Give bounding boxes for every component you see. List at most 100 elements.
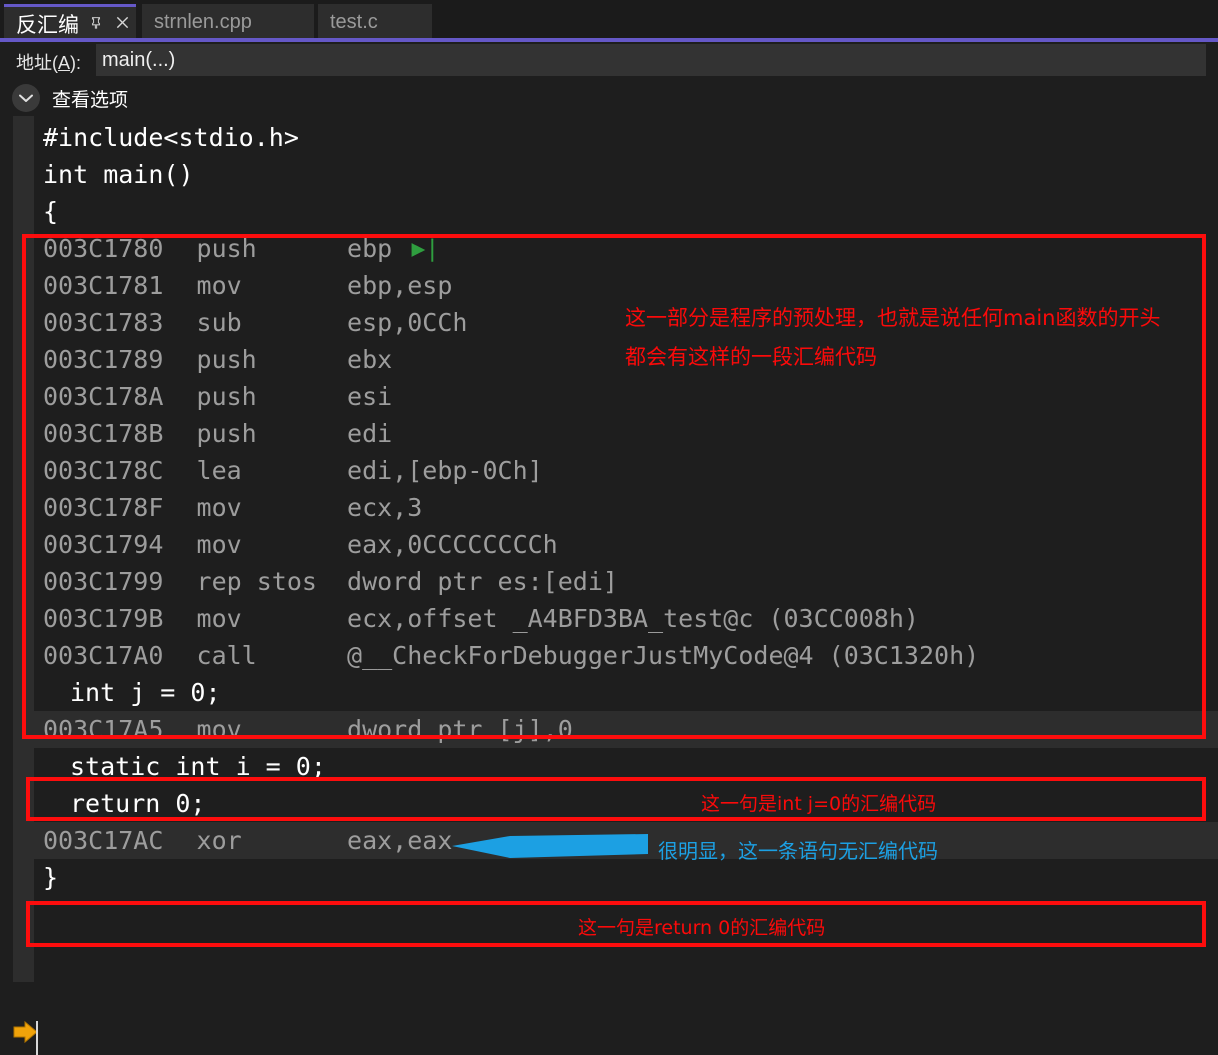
assembly-address: 003C17AC [43,826,164,855]
assembly-line-content: 003C1789 push ebx [34,345,392,374]
source-line[interactable]: static int i = 0; [34,748,1218,785]
close-icon[interactable] [115,15,130,34]
assembly-mnemonic: call [196,641,257,670]
annotation-int-j: 这一句是int j=0的汇编代码 [701,793,937,815]
tab-test-c-label: test.c [330,11,378,33]
assembly-mnemonic: mov [196,604,242,633]
source-line[interactable]: return 0; [34,785,1218,822]
source-line[interactable]: int j = 0; [34,674,1218,711]
assembly-operands: @__CheckForDebuggerJustMyCode@4 (03C1320… [347,641,980,670]
assembly-operands: ecx,offset _A4BFD3BA_test@c (03CC008h) [347,604,919,633]
assembly-operands: ecx,3 [347,493,423,522]
assembly-operands: dword ptr es:[edi] [347,567,618,596]
assembly-line-content: 003C1783 sub esp,0CCh [34,308,467,337]
assembly-line-content: 003C178C lea edi,[ebp-0Ch] [34,456,543,485]
assembly-line-content: 003C178B push edi [34,419,392,448]
green-play-icon[interactable]: ▶| [412,236,440,262]
tab-strnlen-cpp[interactable]: strnlen.cpp [142,4,314,41]
assembly-address: 003C17A0 [43,641,164,670]
blue-left-arrow-icon [452,832,648,860]
assembly-operands: ebp [347,234,393,263]
assembly-operands: eax,eax [347,826,453,855]
source-line-text: #include<stdio.h> [43,123,299,152]
assembly-operands: esp,0CCh [347,308,468,337]
assembly-mnemonic: push [196,419,257,448]
assembly-operands: edi [347,419,393,448]
assembly-line[interactable]: 003C1780 push ebp ▶| [34,230,1218,267]
assembly-operands: dword ptr [j],0 [347,715,573,744]
tab-disassembly-label: 反汇编 [16,14,79,37]
assembly-operands: eax,0CCCCCCCCh [347,530,558,559]
tab-test-c[interactable]: test.c [318,4,432,41]
annotation-return-zero: 这一句是return 0的汇编代码 [578,917,826,939]
assembly-mnemonic: push [196,382,257,411]
address-input[interactable] [96,44,1206,76]
annotation-static-i: 很明显，这一条语句无汇编代码 [658,839,938,863]
assembly-line[interactable]: 003C17A5 mov dword ptr [j],0 [34,711,1218,748]
assembly-line-content: 003C17AC xor eax,eax [34,826,452,855]
assembly-address: 003C178F [43,493,164,522]
assembly-operands: ebp,esp [347,271,453,300]
source-line[interactable]: #include<stdio.h> [34,119,1218,156]
assembly-mnemonic: mov [196,271,242,300]
source-line[interactable]: int main() [34,156,1218,193]
tab-strnlen-cpp-label: strnlen.cpp [154,11,252,33]
assembly-address: 003C17A5 [43,715,164,744]
assembly-line[interactable]: 003C1799 rep stos dword ptr es:[edi] [34,563,1218,600]
assembly-address: 003C178B [43,419,164,448]
assembly-address: 003C1783 [43,308,164,337]
assembly-mnemonic: lea [196,456,242,485]
source-line[interactable]: } [34,859,1218,896]
source-line-text: static int i = 0; [70,752,326,781]
assembly-line-content: 003C1780 push ebp [34,234,392,263]
assembly-mnemonic: mov [196,530,242,559]
assembly-address: 003C1789 [43,345,164,374]
assembly-operands: ebx [347,345,393,374]
assembly-mnemonic: mov [196,715,242,744]
assembly-line-content: 003C17A5 mov dword ptr [j],0 [34,715,573,744]
address-bar: 地址(A): [0,42,1218,79]
assembly-operands: edi,[ebp-0Ch] [347,456,543,485]
assembly-line[interactable]: 003C179B mov ecx,offset _A4BFD3BA_test@c (… [34,600,1218,637]
assembly-line[interactable]: 003C178A push esi [34,378,1218,415]
assembly-address: 003C179B [43,604,164,633]
annotation-prologue: 这一部分是程序的预处理，也就是说任何main函数的开头 都会有这样的一段汇编代码 [625,306,1161,369]
assembly-line[interactable]: 003C178B push edi [34,415,1218,452]
assembly-line[interactable]: 003C178F mov ecx,3 [34,489,1218,526]
view-options-label: 查看选项 [52,90,129,111]
assembly-line-content: 003C1781 mov ebp,esp [34,271,452,300]
assembly-line-content: 003C178F mov ecx,3 [34,493,422,522]
assembly-line[interactable]: 003C178C lea edi,[ebp-0Ch] [34,452,1218,489]
text-caret [36,1021,38,1055]
assembly-mnemonic: sub [196,308,242,337]
pin-icon[interactable] [89,15,103,33]
chevron-down-icon[interactable] [12,84,40,112]
assembly-line-content: 003C17A0 call @__CheckForDebuggerJustMyCod… [34,641,979,670]
source-line-text: return 0; [70,789,206,818]
source-line-text: int j = 0; [70,678,221,707]
assembly-address: 003C1780 [43,234,164,263]
assembly-address: 003C1799 [43,567,164,596]
assembly-address: 003C178C [43,456,164,485]
assembly-mnemonic: push [196,345,257,374]
assembly-operands: esi [347,382,393,411]
assembly-mnemonic: rep stos [196,567,317,596]
assembly-line-content: 003C178A push esi [34,382,392,411]
tab-strip: 反汇编 strnlen.cpp test.c [0,0,1218,42]
editor-gutter[interactable] [13,116,34,982]
assembly-line[interactable]: 003C17A0 call @__CheckForDebuggerJustMyCod… [34,637,1218,674]
source-line-text: { [43,197,59,226]
source-line[interactable]: { [34,193,1218,230]
tab-disassembly[interactable]: 反汇编 [4,4,136,41]
assembly-line[interactable]: 003C1794 mov eax,0CCCCCCCCh [34,526,1218,563]
source-line-text: int main() [43,160,194,189]
assembly-line-content: 003C1799 rep stos dword ptr es:[edi] [34,567,618,596]
assembly-mnemonic: push [196,234,257,263]
assembly-mnemonic: mov [196,493,242,522]
assembly-address: 003C1794 [43,530,164,559]
assembly-address: 003C178A [43,382,164,411]
assembly-mnemonic: xor [196,826,242,855]
assembly-address: 003C1781 [43,271,164,300]
view-options-row[interactable]: 查看选项 [0,82,1218,116]
address-label: 地址(A): [16,53,82,73]
